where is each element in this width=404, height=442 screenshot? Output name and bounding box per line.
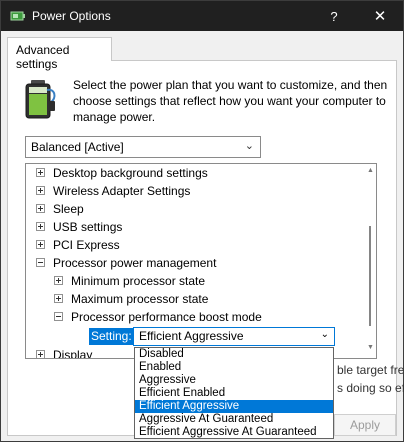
collapse-icon[interactable] [54,312,63,322]
power-plan-value: Balanced [Active] [31,140,124,154]
tab-advanced-settings[interactable]: Advanced settings [7,37,112,71]
window-title: Power Options [32,9,111,23]
boost-mode-options-list[interactable]: Disabled Enabled Aggressive Efficient En… [134,347,334,439]
expand-icon[interactable] [36,168,45,178]
collapse-icon[interactable] [36,258,45,268]
tree-item-label: USB settings [53,220,123,234]
tree-item-label: Sleep [53,202,84,216]
option-enabled[interactable]: Enabled [135,361,333,374]
expand-icon[interactable] [36,350,45,358]
tree-item-label: Wireless Adapter Settings [53,184,191,198]
expand-icon[interactable] [36,240,45,250]
scroll-down-arrow-icon[interactable]: ▼ [367,344,374,351]
expand-icon[interactable] [36,186,45,196]
settings-tree[interactable]: Desktop background settings Wireless Ada… [25,163,377,359]
battery-power-icon [25,80,56,119]
tree-item-minimum-processor-state[interactable]: Minimum processor state [54,272,205,290]
tree-item-label: Minimum processor state [71,274,206,288]
scrollbar-thumb[interactable] [369,226,371,326]
power-options-window: Power Options ? ✕ Advanced settings Sele… [0,0,404,442]
background-info-text-line1: ble target fre [337,363,404,377]
tree-item-processor-performance-boost-mode[interactable]: Processor performance boost mode [54,308,262,326]
power-options-icon [10,11,25,21]
tree-item-label: Maximum processor state [71,292,209,306]
option-aggressive[interactable]: Aggressive [135,374,333,387]
tree-item-label: Processor performance boost mode [71,310,262,324]
option-efficient-aggressive-at-guaranteed[interactable]: Efficient Aggressive At Guaranteed [135,426,333,439]
help-button[interactable]: ? [311,1,357,31]
power-plan-dropdown[interactable]: Balanced [Active] ⌄ [25,136,261,158]
background-info-text-line2: s doing so eff [337,381,404,395]
tree-item-label: Display [53,348,93,359]
tree-item-label: Processor power management [53,256,217,270]
tree-item-maximum-processor-state[interactable]: Maximum processor state [54,290,208,308]
tree-item-desktop-background[interactable]: Desktop background settings [36,164,208,182]
chevron-down-icon: ⌄ [244,140,254,152]
tree-item-label: PCI Express [53,238,120,252]
setting-label: Setting: [89,328,134,345]
close-button[interactable]: ✕ [357,1,403,31]
expand-icon[interactable] [36,222,45,232]
plan-description: Select the power plan that you want to c… [73,78,388,124]
tree-item-sleep[interactable]: Sleep [36,200,84,218]
tree-scrollbar[interactable]: ▲ ▼ [364,164,376,358]
tree-item-pci-express[interactable]: PCI Express [36,236,120,254]
option-efficient-aggressive[interactable]: Efficient Aggressive [135,400,333,413]
title-bar: Power Options ? ✕ [1,1,403,31]
expand-icon[interactable] [36,204,45,214]
tree-item-usb-settings[interactable]: USB settings [36,218,122,236]
chevron-down-icon: ⌄ [320,329,329,340]
scroll-up-arrow-icon[interactable]: ▲ [367,167,374,174]
tree-item-label: Desktop background settings [53,166,208,180]
expand-icon[interactable] [54,294,63,304]
option-aggressive-at-guaranteed[interactable]: Aggressive At Guaranteed [135,413,333,426]
apply-button[interactable]: Apply [334,414,396,436]
tree-item-wireless-adapter[interactable]: Wireless Adapter Settings [36,182,190,200]
option-efficient-enabled[interactable]: Efficient Enabled [135,387,333,400]
setting-value: Efficient Aggressive [139,329,244,343]
tree-item-display[interactable]: Display [36,346,93,359]
boost-mode-setting-dropdown[interactable]: Efficient Aggressive ⌄ [133,327,335,346]
option-disabled[interactable]: Disabled [135,348,333,361]
expand-icon[interactable] [54,276,63,286]
tree-item-processor-power-management[interactable]: Processor power management [36,254,216,272]
